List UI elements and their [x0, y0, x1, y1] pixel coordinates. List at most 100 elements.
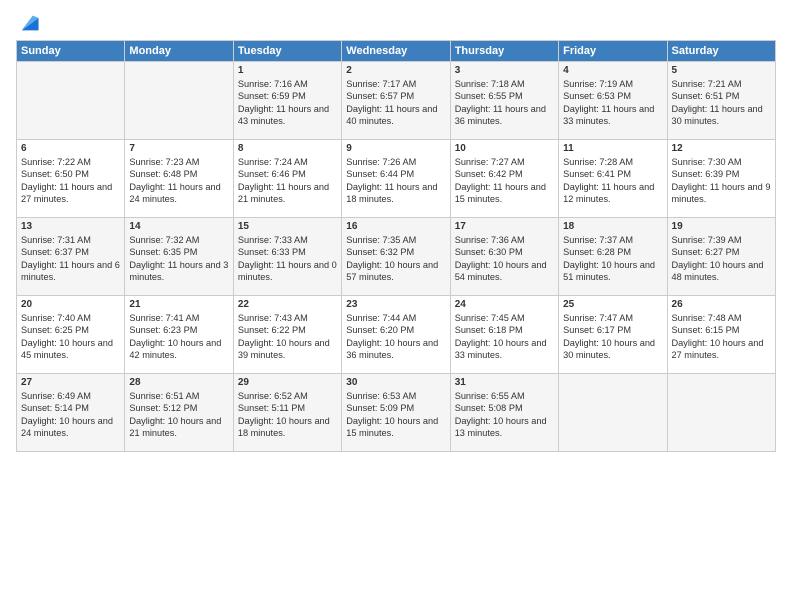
calendar-cell: 13 Sunrise: 7:31 AM Sunset: 6:37 PM Dayli… [17, 218, 125, 296]
cell-info: Sunrise: 7:33 AM Sunset: 6:33 PM Dayligh… [238, 234, 337, 284]
cell-info: Sunrise: 7:35 AM Sunset: 6:32 PM Dayligh… [346, 234, 445, 284]
cell-info: Sunrise: 7:27 AM Sunset: 6:42 PM Dayligh… [455, 156, 554, 206]
calendar-cell: 11 Sunrise: 7:28 AM Sunset: 6:41 PM Dayli… [559, 140, 667, 218]
day-number: 3 [455, 65, 554, 76]
calendar-cell: 15 Sunrise: 7:33 AM Sunset: 6:33 PM Dayli… [233, 218, 341, 296]
logo [16, 12, 40, 34]
cell-info: Sunrise: 7:32 AM Sunset: 6:35 PM Dayligh… [129, 234, 228, 284]
page: SundayMondayTuesdayWednesdayThursdayFrid… [0, 0, 792, 612]
day-number: 18 [563, 221, 662, 232]
cell-info: Sunrise: 7:19 AM Sunset: 6:53 PM Dayligh… [563, 78, 662, 128]
cell-info: Sunrise: 7:47 AM Sunset: 6:17 PM Dayligh… [563, 312, 662, 362]
cell-info: Sunrise: 6:53 AM Sunset: 5:09 PM Dayligh… [346, 390, 445, 440]
col-header-monday: Monday [125, 41, 233, 62]
calendar-cell: 14 Sunrise: 7:32 AM Sunset: 6:35 PM Dayli… [125, 218, 233, 296]
col-header-saturday: Saturday [667, 41, 775, 62]
calendar-cell [667, 374, 775, 452]
calendar-cell [559, 374, 667, 452]
day-number: 15 [238, 221, 337, 232]
calendar-cell: 24Sunrise: 7:45 AM Sunset: 6:18 PM Dayli… [450, 296, 558, 374]
cell-info: Sunrise: 7:26 AM Sunset: 6:44 PM Dayligh… [346, 156, 445, 206]
day-number: 14 [129, 221, 228, 232]
cell-info: Sunrise: 7:31 AM Sunset: 6:37 PM Dayligh… [21, 234, 120, 284]
calendar-table: SundayMondayTuesdayWednesdayThursdayFrid… [16, 40, 776, 452]
day-number: 26 [672, 299, 771, 310]
calendar-cell: 22 Sunrise: 7:43 AM Sunset: 6:22 PM Dayli… [233, 296, 341, 374]
calendar-cell [125, 62, 233, 140]
day-number: 28 [129, 377, 228, 388]
day-number: 29 [238, 377, 337, 388]
day-number: 24 [455, 299, 554, 310]
cell-info: Sunrise: 7:48 AM Sunset: 6:15 PM Dayligh… [672, 312, 771, 362]
header-row: SundayMondayTuesdayWednesdayThursdayFrid… [17, 41, 776, 62]
cell-info: Sunrise: 7:18 AM Sunset: 6:55 PM Dayligh… [455, 78, 554, 128]
cell-info: Sunrise: 7:30 AM Sunset: 6:39 PM Dayligh… [672, 156, 771, 206]
day-number: 31 [455, 377, 554, 388]
calendar-cell: 1 Sunrise: 7:16 AM Sunset: 6:59 PM Daylig… [233, 62, 341, 140]
day-number: 10 [455, 143, 554, 154]
calendar-cell: 2Sunrise: 7:17 AM Sunset: 6:57 PM Daylig… [342, 62, 450, 140]
cell-info: Sunrise: 7:23 AM Sunset: 6:48 PM Dayligh… [129, 156, 228, 206]
calendar-cell: 19Sunrise: 7:39 AM Sunset: 6:27 PM Dayli… [667, 218, 775, 296]
calendar-cell: 17Sunrise: 7:36 AM Sunset: 6:30 PM Dayli… [450, 218, 558, 296]
day-number: 6 [21, 143, 120, 154]
cell-info: Sunrise: 7:37 AM Sunset: 6:28 PM Dayligh… [563, 234, 662, 284]
calendar-cell: 16 Sunrise: 7:35 AM Sunset: 6:32 PM Dayli… [342, 218, 450, 296]
day-number: 30 [346, 377, 445, 388]
header [16, 12, 776, 34]
day-number: 8 [238, 143, 337, 154]
cell-info: Sunrise: 7:22 AM Sunset: 6:50 PM Dayligh… [21, 156, 120, 206]
calendar-cell: 23 Sunrise: 7:44 AM Sunset: 6:20 PM Dayli… [342, 296, 450, 374]
calendar-cell: 27 Sunrise: 6:49 AM Sunset: 5:14 PM Dayli… [17, 374, 125, 452]
day-number: 27 [21, 377, 120, 388]
calendar-cell: 20 Sunrise: 7:40 AM Sunset: 6:25 PM Dayli… [17, 296, 125, 374]
day-number: 13 [21, 221, 120, 232]
day-number: 7 [129, 143, 228, 154]
calendar-cell: 25 Sunrise: 7:47 AM Sunset: 6:17 PM Dayli… [559, 296, 667, 374]
day-number: 9 [346, 143, 445, 154]
calendar-cell: 6 Sunrise: 7:22 AM Sunset: 6:50 PM Daylig… [17, 140, 125, 218]
day-number: 16 [346, 221, 445, 232]
cell-info: Sunrise: 7:44 AM Sunset: 6:20 PM Dayligh… [346, 312, 445, 362]
week-row-0: 1 Sunrise: 7:16 AM Sunset: 6:59 PM Daylig… [17, 62, 776, 140]
calendar-cell: 30 Sunrise: 6:53 AM Sunset: 5:09 PM Dayli… [342, 374, 450, 452]
week-row-3: 20 Sunrise: 7:40 AM Sunset: 6:25 PM Dayli… [17, 296, 776, 374]
calendar-cell: 4 Sunrise: 7:19 AM Sunset: 6:53 PM Daylig… [559, 62, 667, 140]
day-number: 11 [563, 143, 662, 154]
calendar-cell: 18 Sunrise: 7:37 AM Sunset: 6:28 PM Dayli… [559, 218, 667, 296]
day-number: 4 [563, 65, 662, 76]
calendar-cell: 5Sunrise: 7:21 AM Sunset: 6:51 PM Daylig… [667, 62, 775, 140]
calendar-cell: 10 Sunrise: 7:27 AM Sunset: 6:42 PM Dayli… [450, 140, 558, 218]
cell-info: Sunrise: 6:55 AM Sunset: 5:08 PM Dayligh… [455, 390, 554, 440]
calendar-cell: 29 Sunrise: 6:52 AM Sunset: 5:11 PM Dayli… [233, 374, 341, 452]
cell-info: Sunrise: 6:51 AM Sunset: 5:12 PM Dayligh… [129, 390, 228, 440]
day-number: 2 [346, 65, 445, 76]
cell-info: Sunrise: 7:36 AM Sunset: 6:30 PM Dayligh… [455, 234, 554, 284]
day-number: 12 [672, 143, 771, 154]
logo-icon [18, 12, 40, 34]
col-header-wednesday: Wednesday [342, 41, 450, 62]
calendar-cell: 3 Sunrise: 7:18 AM Sunset: 6:55 PM Daylig… [450, 62, 558, 140]
day-number: 5 [672, 65, 771, 76]
day-number: 1 [238, 65, 337, 76]
col-header-tuesday: Tuesday [233, 41, 341, 62]
day-number: 22 [238, 299, 337, 310]
cell-info: Sunrise: 7:16 AM Sunset: 6:59 PM Dayligh… [238, 78, 337, 128]
calendar-cell: 12 Sunrise: 7:30 AM Sunset: 6:39 PM Dayli… [667, 140, 775, 218]
calendar-cell: 26 Sunrise: 7:48 AM Sunset: 6:15 PM Dayli… [667, 296, 775, 374]
cell-info: Sunrise: 7:28 AM Sunset: 6:41 PM Dayligh… [563, 156, 662, 206]
cell-info: Sunrise: 6:49 AM Sunset: 5:14 PM Dayligh… [21, 390, 120, 440]
day-number: 25 [563, 299, 662, 310]
calendar-cell: 31 Sunrise: 6:55 AM Sunset: 5:08 PM Dayli… [450, 374, 558, 452]
day-number: 23 [346, 299, 445, 310]
cell-info: Sunrise: 7:39 AM Sunset: 6:27 PM Dayligh… [672, 234, 771, 284]
col-header-friday: Friday [559, 41, 667, 62]
col-header-thursday: Thursday [450, 41, 558, 62]
cell-info: Sunrise: 7:43 AM Sunset: 6:22 PM Dayligh… [238, 312, 337, 362]
cell-info: Sunrise: 7:40 AM Sunset: 6:25 PM Dayligh… [21, 312, 120, 362]
calendar-cell [17, 62, 125, 140]
cell-info: Sunrise: 6:52 AM Sunset: 5:11 PM Dayligh… [238, 390, 337, 440]
day-number: 20 [21, 299, 120, 310]
calendar-cell: 8Sunrise: 7:24 AM Sunset: 6:46 PM Daylig… [233, 140, 341, 218]
week-row-1: 6 Sunrise: 7:22 AM Sunset: 6:50 PM Daylig… [17, 140, 776, 218]
